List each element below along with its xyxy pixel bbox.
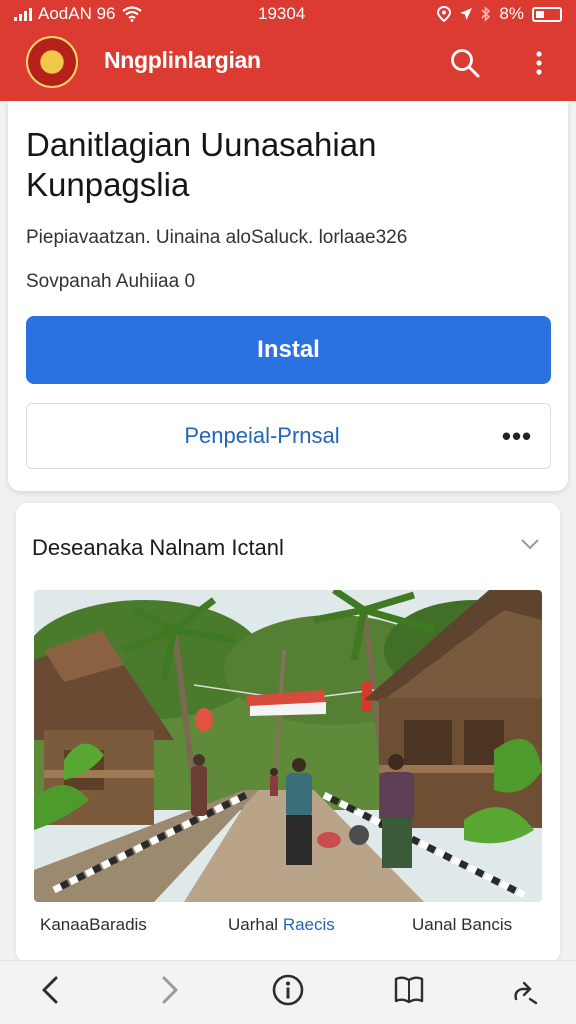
village-photo[interactable]	[34, 590, 542, 902]
caption-2-text: Uarhal	[228, 915, 279, 934]
caption-1: KanaaBaradis	[40, 915, 147, 934]
more-vert-icon[interactable]	[528, 46, 550, 80]
chevron-down-icon[interactable]	[520, 537, 540, 551]
battery-percent: 8%	[499, 4, 524, 23]
bottom-nav	[0, 960, 576, 1024]
app-logo	[26, 36, 78, 88]
install-button[interactable]: Instal	[26, 316, 551, 384]
top-bar: AodAN 96 19304 8% Nngplinlargian	[0, 0, 576, 101]
app-detail-card: Danitlagian Uunasahian Kunpagslia Piepia…	[8, 101, 568, 491]
forward-icon[interactable]	[152, 973, 186, 1007]
battery-icon	[532, 6, 562, 22]
caption-2-link[interactable]: Raecis	[283, 915, 335, 934]
app-meta-developer: Piepiavaatzan. Uinaina aloSaluck. lorlaa…	[26, 227, 408, 248]
status-bar: AodAN 96 19304 8%	[0, 0, 576, 28]
back-icon[interactable]	[34, 973, 68, 1007]
screen: AodAN 96 19304 8% Nngplinlargian Danitla…	[0, 0, 576, 1024]
signal-icon	[14, 7, 32, 21]
location-icon	[437, 6, 452, 22]
caption-2: Uarhal Raecis	[228, 915, 335, 935]
app-meta-info: Sovpanah Auhiiaa 0	[26, 271, 196, 292]
status-time: 19304	[258, 4, 306, 23]
share-icon[interactable]	[508, 973, 542, 1007]
secondary-action-row: Penpeial-Prnsal •••	[26, 403, 551, 469]
secondary-action-button[interactable]: Penpeial-Prnsal	[27, 404, 497, 468]
status-left: AodAN 96	[14, 4, 142, 24]
carrier-text: AodAN 96	[38, 4, 116, 23]
navigation-arrow-icon	[460, 8, 473, 20]
more-options-icon[interactable]: •••	[500, 419, 534, 453]
bluetooth-icon	[481, 6, 491, 22]
info-icon[interactable]	[271, 973, 305, 1007]
gallery-card: Deseanaka Nalnam Ictanl KanaaBaradis Uar…	[16, 503, 560, 963]
caption-3: Uanal Bancis	[412, 915, 513, 934]
wifi-icon	[121, 6, 142, 22]
app-name: Danitlagian Uunasahian Kunpagslia	[26, 126, 377, 203]
search-icon[interactable]	[448, 46, 482, 80]
app-bar-title: Nngplinlargian	[104, 47, 261, 73]
section-title: Deseanaka Nalnam Ictanl	[32, 535, 284, 560]
status-right: 8%	[437, 4, 562, 24]
app-bar: Nngplinlargian	[0, 34, 576, 92]
bookmarks-icon[interactable]	[392, 973, 426, 1007]
